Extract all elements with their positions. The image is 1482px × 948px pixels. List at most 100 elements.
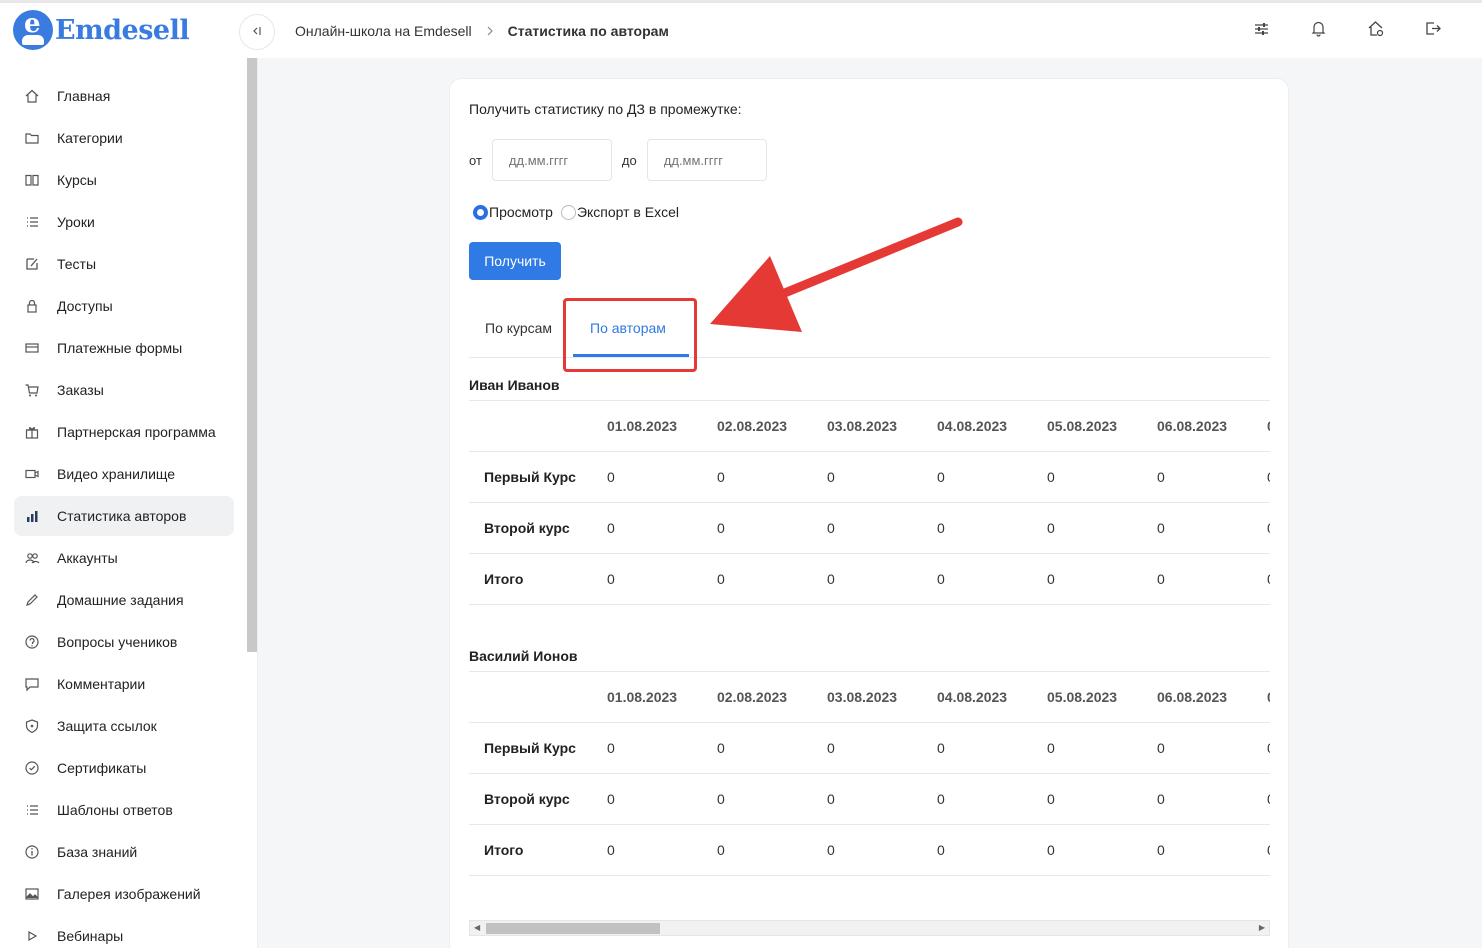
sliders-icon[interactable] bbox=[1252, 19, 1271, 38]
tab-by-courses[interactable]: По курсам bbox=[485, 320, 552, 336]
sidebar-item-20[interactable]: Вебинары bbox=[14, 916, 234, 948]
sidebar-item-11[interactable]: Аккаунты bbox=[14, 538, 234, 578]
horizontal-scrollbar[interactable]: ◀ ▶ bbox=[469, 920, 1270, 936]
value-cell: 0 bbox=[607, 740, 615, 756]
sidebar-item-14[interactable]: Комментарии bbox=[14, 664, 234, 704]
table-row: Итого 0 0 0 0 0 0 0 bbox=[469, 825, 1270, 876]
card-icon bbox=[24, 340, 40, 356]
sidebar-item-12[interactable]: Домашние задания bbox=[14, 580, 234, 620]
list-icon bbox=[24, 214, 40, 230]
users-icon bbox=[24, 550, 40, 566]
pencil-icon bbox=[24, 592, 40, 608]
home-icon bbox=[24, 88, 40, 104]
date-header: 04.08.2023 bbox=[937, 418, 1008, 434]
annotation-arrow-icon bbox=[710, 217, 963, 332]
date-header: 01.08.2023 bbox=[607, 689, 678, 705]
sidebar-item-18[interactable]: База знаний bbox=[14, 832, 234, 872]
breadcrumb: Онлайн-школа на Emdesell Статистика по а… bbox=[295, 23, 669, 39]
radio-export[interactable]: Экспорт в Excel bbox=[560, 204, 679, 220]
radio-export-indicator[interactable] bbox=[560, 204, 576, 220]
date-header: 06.08.2023 bbox=[1157, 689, 1228, 705]
image-icon bbox=[24, 886, 40, 902]
scroll-right-icon[interactable]: ▶ bbox=[1259, 923, 1265, 932]
sidebar-item-label: Сертификаты bbox=[57, 760, 147, 776]
sidebar-item-0[interactable]: Главная bbox=[14, 76, 234, 116]
logout-icon[interactable] bbox=[1423, 19, 1442, 38]
home-settings-icon[interactable] bbox=[1366, 19, 1385, 38]
sidebar-item-label: Доступы bbox=[57, 298, 113, 314]
edit-icon bbox=[24, 256, 40, 272]
radio-view-indicator[interactable] bbox=[473, 204, 488, 220]
breadcrumb-root-link[interactable]: Онлайн-школа на Emdesell bbox=[295, 23, 472, 39]
get-button[interactable]: Получить bbox=[469, 242, 561, 280]
sidebar-item-label: База знаний bbox=[57, 844, 138, 860]
value-cell: 0 bbox=[607, 520, 615, 536]
date-header: 04.08.2023 bbox=[937, 689, 1008, 705]
to-label: до bbox=[621, 152, 637, 168]
logo-text: Emdesell bbox=[55, 14, 190, 46]
author-stats-section: Василий Ионов 01.08.2023 02.08.2023 03.08.2… bbox=[469, 648, 1270, 876]
sidebar-item-8[interactable]: Партнерская программа bbox=[14, 412, 234, 452]
date-from-input[interactable] bbox=[491, 139, 612, 181]
cart-icon bbox=[24, 382, 40, 398]
value-cell: 0 bbox=[607, 469, 615, 485]
sidebar-item-label: Статистика авторов bbox=[57, 508, 187, 524]
value-cell: 0 bbox=[1047, 740, 1055, 756]
sidebar-item-13[interactable]: Вопросы учеников bbox=[14, 622, 234, 662]
sidebar-item-17[interactable]: Шаблоны ответов bbox=[14, 790, 234, 830]
radio-view[interactable]: Просмотр bbox=[473, 204, 553, 220]
value-cell: 0 bbox=[1157, 520, 1165, 536]
sidebar-item-label: Курсы bbox=[57, 172, 97, 188]
sidebar-item-10[interactable]: Статистика авторов bbox=[14, 496, 234, 536]
sidebar-item-5[interactable]: Доступы bbox=[14, 286, 234, 326]
sidebar-item-16[interactable]: Сертификаты bbox=[14, 748, 234, 788]
sidebar-item-3[interactable]: Уроки bbox=[14, 202, 234, 242]
value-cell: 0 bbox=[1267, 791, 1270, 807]
date-header: 03.08.2023 bbox=[827, 418, 898, 434]
collapse-sidebar-button[interactable] bbox=[239, 14, 275, 50]
logo[interactable]: e Emdesell bbox=[13, 10, 190, 50]
bell-icon[interactable] bbox=[1309, 19, 1328, 38]
sidebar-item-label: Заказы bbox=[57, 382, 104, 398]
table-row: Итого 0 0 0 0 0 0 0 bbox=[469, 554, 1270, 605]
value-cell: 0 bbox=[1047, 469, 1055, 485]
sidebar-item-label: Аккаунты bbox=[57, 550, 118, 566]
value-cell: 0 bbox=[1267, 842, 1270, 858]
value-cell: 0 bbox=[1157, 842, 1165, 858]
sidebar-item-label: Уроки bbox=[57, 214, 95, 230]
sidebar-item-2[interactable]: Курсы bbox=[14, 160, 234, 200]
date-header: 0 bbox=[1267, 418, 1270, 434]
value-cell: 0 bbox=[607, 571, 615, 587]
sidebar-item-7[interactable]: Заказы bbox=[14, 370, 234, 410]
sidebar-item-label: Главная bbox=[57, 88, 111, 104]
sidebar-item-1[interactable]: Категории bbox=[14, 118, 234, 158]
row-label: Итого bbox=[484, 842, 524, 858]
sidebar-item-19[interactable]: Галерея изображений bbox=[14, 874, 234, 914]
sidebar-item-label: Вебинары bbox=[57, 928, 124, 944]
value-cell: 0 bbox=[937, 842, 945, 858]
sidebar-item-label: Шаблоны ответов bbox=[57, 802, 173, 818]
date-to-input[interactable] bbox=[646, 139, 767, 181]
value-cell: 0 bbox=[717, 571, 725, 587]
table-header-row: 01.08.2023 02.08.2023 03.08.2023 04.08.2023… bbox=[469, 672, 1270, 723]
sidebar-item-label: Комментарии bbox=[57, 676, 146, 692]
value-cell: 0 bbox=[1267, 740, 1270, 756]
sidebar-item-6[interactable]: Платежные формы bbox=[14, 328, 234, 368]
date-header: 0 bbox=[1267, 689, 1270, 705]
value-cell: 0 bbox=[1157, 571, 1165, 587]
logo-icon: e bbox=[13, 10, 53, 50]
sidebar-item-9[interactable]: Видео хранилище bbox=[14, 454, 234, 494]
sidebar-item-label: Вопросы учеников bbox=[57, 634, 178, 650]
play-icon bbox=[24, 928, 40, 944]
value-cell: 0 bbox=[937, 791, 945, 807]
sidebar-scrollbar[interactable] bbox=[247, 58, 257, 652]
horizontal-scroll-thumb[interactable] bbox=[486, 923, 660, 934]
scroll-left-icon[interactable]: ◀ bbox=[474, 923, 480, 932]
bar-chart-icon bbox=[24, 508, 40, 524]
sidebar-item-label: Защита ссылок bbox=[57, 718, 157, 734]
sidebar-item-4[interactable]: Тесты bbox=[14, 244, 234, 284]
sidebar-item-15[interactable]: Защита ссылок bbox=[14, 706, 234, 746]
breadcrumb-current: Статистика по авторам bbox=[507, 23, 669, 39]
question-icon bbox=[24, 634, 40, 650]
value-cell: 0 bbox=[1047, 520, 1055, 536]
